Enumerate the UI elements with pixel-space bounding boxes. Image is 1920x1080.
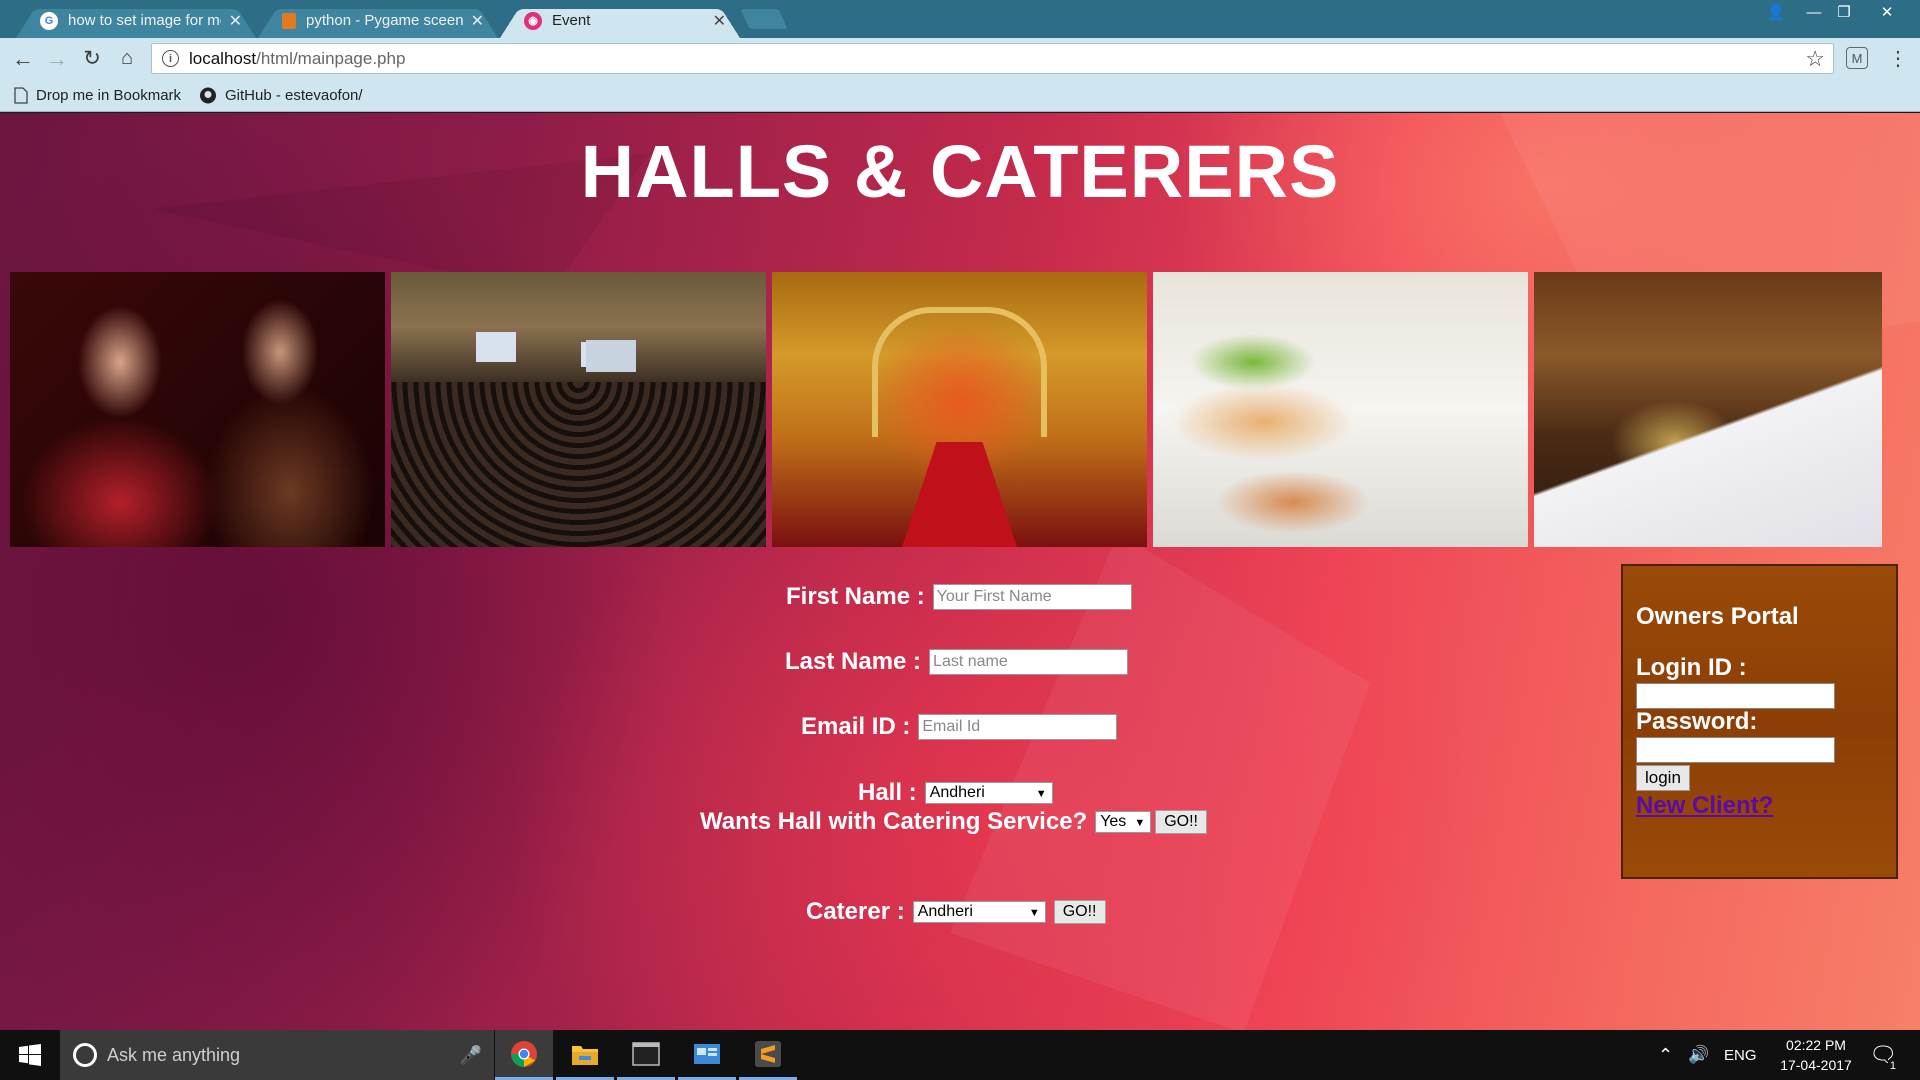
search-placeholder: Ask me anything: [107, 1044, 241, 1065]
caterer-label: Caterer :: [806, 898, 905, 925]
hall-label: Hall :: [858, 779, 917, 806]
language-indicator[interactable]: ENG: [1724, 1030, 1757, 1080]
caterer-go-button[interactable]: GO!!: [1053, 900, 1106, 924]
tab-title: Event: [552, 12, 591, 29]
bookmark-github[interactable]: GitHub - estevaofon/: [199, 79, 371, 112]
google-icon: G: [40, 11, 58, 30]
site-icon: ◉: [524, 11, 542, 30]
photo-wedding-stage: [772, 272, 1147, 547]
caterer-row: Caterer : Andheri ▼ GO!!: [806, 898, 1106, 926]
info-icon[interactable]: i: [162, 50, 179, 67]
catering-row: Wants Hall with Catering Service? Yes ▼ …: [700, 808, 1207, 836]
clock[interactable]: 02:22 PM 17-04-2017: [1776, 1030, 1856, 1080]
tab-google-search[interactable]: G how to set image for mo ✕: [16, 3, 256, 38]
close-icon[interactable]: ✕: [471, 11, 484, 31]
windows-taskbar: Ask me anything 🎤 ⌃ 🔊 ENG 02:22 PM 17-04…: [0, 1030, 1920, 1080]
bookmarks-bar: Drop me in Bookmark GitHub - estevaofon/: [0, 79, 1920, 112]
menu-icon[interactable]: ⋮: [1881, 38, 1915, 79]
email-input[interactable]: [918, 714, 1118, 740]
photo-buffet-line: [1534, 272, 1882, 547]
profile-icon[interactable]: 👤: [1759, 0, 1793, 24]
address-bar[interactable]: i localhost/html/mainpage.php ☆: [151, 43, 1834, 74]
first-name-row: First Name :: [786, 583, 1132, 611]
tab-title: python - Pygame sceen.f: [306, 12, 463, 29]
address-path: /html/mainpage.php: [256, 48, 406, 68]
stackoverflow-icon: [282, 12, 296, 29]
page-content: HALLS & CATERERS First Name : Last Name …: [0, 113, 1920, 1030]
email-row: Email ID :: [801, 713, 1118, 741]
photo-buffet-salads: [1153, 272, 1528, 547]
new-client-link[interactable]: New Client?: [1636, 792, 1773, 820]
microphone-icon[interactable]: 🎤: [460, 1045, 482, 1066]
hall-selected-value: Andheri: [929, 784, 985, 801]
github-icon: [200, 87, 216, 104]
windows-start-icon[interactable]: [0, 1030, 60, 1080]
catering-select[interactable]: Yes ▼: [1095, 811, 1152, 833]
reload-icon[interactable]: ↻: [75, 38, 109, 79]
last-name-row: Last Name :: [785, 648, 1129, 676]
cortana-search-box[interactable]: Ask me anything 🎤: [60, 1030, 494, 1080]
sublime-text-icon[interactable]: [739, 1030, 797, 1080]
first-name-label: First Name :: [786, 583, 925, 610]
extension-icon[interactable]: M: [1846, 47, 1868, 69]
page-title: HALLS & CATERERS: [580, 130, 1340, 213]
caterer-select[interactable]: Andheri ▼: [912, 901, 1046, 923]
login-button[interactable]: login: [1636, 765, 1690, 791]
dropdown-arrow-icon: ▼: [1035, 788, 1047, 800]
dropdown-arrow-icon: ▼: [1028, 907, 1040, 919]
login-id-label: Login ID :: [1636, 654, 1747, 681]
bookmark-label: Drop me in Bookmark: [36, 87, 182, 104]
photo-conference-hall: [391, 272, 766, 547]
catering-label: Wants Hall with Catering Service?: [700, 808, 1088, 835]
bookmark-drop-me[interactable]: Drop me in Bookmark: [14, 79, 184, 112]
browser-tab-strip: G how to set image for mo ✕ python - Pyg…: [0, 0, 1920, 38]
clock-date: 17-04-2017: [1780, 1057, 1852, 1073]
close-icon[interactable]: ✕: [229, 11, 242, 31]
browser-toolbar: ← → ↻ ⌂ i localhost/html/mainpage.php ☆ …: [0, 38, 1920, 79]
dropdown-arrow-icon: ▼: [1134, 817, 1146, 829]
clock-time: 02:22 PM: [1786, 1037, 1846, 1053]
bookmark-label: GitHub - estevaofon/: [225, 87, 363, 104]
catering-selected-value: Yes: [1100, 813, 1127, 830]
chrome-icon[interactable]: [495, 1030, 553, 1080]
show-hidden-icons-icon[interactable]: ⌃: [1658, 1030, 1673, 1080]
first-name-input[interactable]: [932, 584, 1132, 610]
last-name-label: Last Name :: [785, 648, 922, 675]
catering-go-button[interactable]: GO!!: [1155, 810, 1207, 834]
login-id-input[interactable]: [1636, 683, 1835, 709]
control-panel-icon[interactable]: [678, 1030, 736, 1080]
file-explorer-icon[interactable]: [556, 1030, 614, 1080]
owners-portal-title: Owners Portal: [1636, 603, 1799, 630]
address-host: localhost: [189, 48, 257, 68]
photo-wedding-couple: [10, 272, 385, 547]
tab-stackoverflow[interactable]: python - Pygame sceen.f ✕: [258, 3, 498, 38]
owners-portal-panel: Owners Portal Login ID : Password: login…: [1621, 564, 1898, 879]
back-icon[interactable]: ←: [6, 38, 40, 79]
volume-icon[interactable]: 🔊: [1688, 1030, 1709, 1080]
notification-count: 1: [1887, 1060, 1898, 1072]
close-icon[interactable]: ✕: [713, 11, 726, 31]
page-icon: [14, 87, 28, 104]
minimize-icon[interactable]: —: [1797, 0, 1831, 24]
action-center-icon[interactable]: 🗨 1: [1866, 1030, 1900, 1080]
cortana-icon: [73, 1043, 97, 1067]
tab-title: how to set image for mo: [68, 12, 221, 29]
password-input[interactable]: [1636, 737, 1835, 763]
tab-event[interactable]: ◉ Event ✕: [500, 3, 740, 38]
home-icon[interactable]: ⌂: [110, 38, 144, 79]
password-label: Password:: [1636, 708, 1758, 735]
bookmark-star-icon[interactable]: ☆: [1805, 46, 1825, 72]
hall-row: Hall : Andheri ▼: [858, 779, 1053, 807]
hall-select[interactable]: Andheri ▼: [924, 782, 1053, 804]
restore-icon[interactable]: ❐: [1827, 0, 1861, 24]
email-label: Email ID :: [801, 713, 911, 740]
last-name-input[interactable]: [929, 649, 1129, 675]
forward-icon[interactable]: →: [40, 38, 74, 79]
close-window-icon[interactable]: ✕: [1870, 0, 1904, 24]
terminal-icon[interactable]: [617, 1030, 675, 1080]
caterer-selected-value: Andheri: [917, 903, 973, 920]
new-tab-button[interactable]: [740, 9, 788, 29]
